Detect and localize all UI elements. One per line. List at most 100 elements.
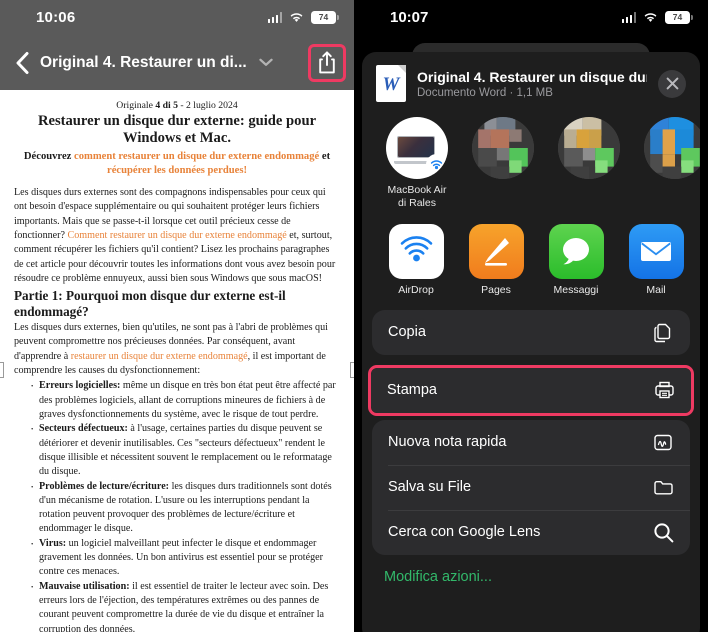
subtitle-lead: Découvrez bbox=[23, 151, 74, 163]
subtitle-link-2[interactable]: récupérer les données perdues! bbox=[107, 165, 247, 176]
list-item: Problèmes de lecture/écriture: les disqu… bbox=[30, 478, 340, 537]
cellular-bars-icon bbox=[621, 12, 636, 23]
contact-item[interactable] bbox=[468, 117, 538, 184]
contact-item-macbook[interactable]: MacBook Air di Rales bbox=[382, 117, 452, 210]
search-icon bbox=[652, 521, 674, 543]
pages-icon bbox=[468, 223, 524, 279]
copy-icon bbox=[652, 321, 674, 343]
back-chevron-icon[interactable] bbox=[8, 51, 36, 75]
shared-file-title: Original 4. Restaurer un disque dur... bbox=[417, 68, 647, 85]
contact-avatar-blurred bbox=[644, 117, 700, 179]
list-item: Secteurs défectueux: à l'usage, certaine… bbox=[30, 421, 340, 479]
word-document-icon: W bbox=[376, 65, 406, 102]
app-item-messages[interactable]: Messaggi bbox=[546, 223, 606, 296]
share-sheet-panel: W Original 4. Restaurer un disque dur...… bbox=[362, 52, 700, 632]
action-row-copia[interactable]: Copia bbox=[372, 310, 690, 355]
airdrop-badge-icon bbox=[426, 154, 447, 175]
contact-item[interactable] bbox=[640, 117, 700, 184]
contact-avatar-blurred bbox=[558, 117, 620, 179]
contact-avatar-blurred bbox=[472, 117, 534, 179]
status-icons: 74 bbox=[621, 11, 693, 24]
action-label: Nuova nota rapida bbox=[388, 434, 507, 451]
share-actions-group-top: Copia bbox=[372, 309, 690, 355]
app-item-mail[interactable]: Mail bbox=[626, 223, 686, 296]
app-name: Pages bbox=[481, 283, 511, 296]
document-page[interactable]: Originale 4 di 5 - 2 luglio 2024 Restaur… bbox=[0, 90, 354, 632]
shared-file-subtitle: Documento Word · 1,1 MB bbox=[417, 86, 553, 99]
document-subtitle: Découvrez comment restaurer un disque du… bbox=[14, 150, 340, 176]
action-label: Salva su File bbox=[388, 479, 472, 496]
list-item-term: Mauvaise utilisation: bbox=[39, 580, 130, 592]
meta-pagenum: 4 di 5 bbox=[155, 100, 178, 111]
wifi-icon bbox=[289, 12, 304, 23]
macbook-airdrop-icon bbox=[386, 117, 448, 179]
share-actions-group-bottom: Nuova nota rapida Salva su File Cerca co… bbox=[372, 419, 690, 555]
contact-name: MacBook Air di Rales bbox=[387, 184, 447, 209]
wifi-icon bbox=[643, 12, 658, 23]
quick-note-icon bbox=[652, 431, 674, 453]
list-item-text: un logiciel malveillant peut infecter le… bbox=[39, 537, 323, 578]
chevron-down-icon[interactable] bbox=[259, 58, 273, 67]
screenshot-root: 10:06 74 Original 4. Restaurer un di... bbox=[0, 0, 708, 632]
meta-prefix: Originale bbox=[116, 100, 156, 111]
edit-actions-button[interactable]: Modifica azioni... bbox=[362, 565, 700, 585]
share-button[interactable] bbox=[308, 43, 346, 82]
mail-icon bbox=[628, 223, 684, 279]
app-name: Messaggi bbox=[553, 283, 599, 296]
right-status-bar: 10:07 74 bbox=[354, 0, 708, 35]
status-icons: 74 bbox=[267, 11, 339, 24]
para2-link[interactable]: restaurer un disque dur externe endommag… bbox=[71, 351, 248, 362]
list-item-term: Erreurs logicielles: bbox=[39, 380, 121, 392]
app-item-pages[interactable]: Pages bbox=[466, 223, 526, 296]
list-item: Mauvaise utilisation: il est essentiel d… bbox=[30, 579, 340, 632]
causes-list: Erreurs logicielles: même un disque en t… bbox=[30, 378, 340, 632]
app-name: Mail bbox=[646, 283, 666, 296]
action-row-cerca-google-lens[interactable]: Cerca con Google Lens bbox=[372, 509, 690, 555]
status-time: 10:06 bbox=[36, 9, 76, 26]
contact-item[interactable] bbox=[554, 117, 624, 184]
right-pane-share-sheet: 10:07 74 W Original 4. Restaurer un disq… bbox=[354, 0, 708, 632]
battery-icon: 74 bbox=[665, 11, 693, 24]
action-row-stampa[interactable]: Stampa bbox=[371, 368, 691, 413]
meta-date: - 2 luglio 2024 bbox=[177, 100, 238, 111]
printer-icon bbox=[653, 379, 675, 401]
app-name: AirDrop bbox=[398, 283, 434, 296]
action-row-nuova-nota-rapida[interactable]: Nuova nota rapida bbox=[372, 420, 690, 465]
battery-icon: 74 bbox=[311, 11, 339, 24]
word-icon-letter: W bbox=[382, 74, 400, 95]
share-apps-row[interactable]: AirDrop Pages Messaggi Mail bbox=[362, 220, 700, 310]
share-actions-group-highlighted: Stampa bbox=[371, 367, 691, 413]
messages-icon bbox=[548, 223, 604, 279]
document-title: Restaurer un disque dur externe: guide p… bbox=[37, 113, 317, 147]
airdrop-icon bbox=[388, 223, 444, 279]
list-item-term: Virus: bbox=[39, 537, 67, 549]
intro-link[interactable]: Comment restaurer un disque dur externe … bbox=[68, 230, 287, 241]
shared-file-header: W Original 4. Restaurer un disque dur...… bbox=[362, 52, 700, 115]
left-status-bar: 10:06 74 bbox=[0, 0, 354, 35]
app-item-airdrop[interactable]: AirDrop bbox=[386, 223, 446, 296]
document-meta: Originale 4 di 5 - 2 luglio 2024 bbox=[14, 100, 340, 111]
action-label: Cerca con Google Lens bbox=[388, 524, 541, 541]
document-heading-part1: Partie 1: Pourquoi mon disque dur extern… bbox=[14, 288, 286, 320]
page-title: Original 4. Restaurer un di... bbox=[40, 53, 247, 71]
list-item-term: Secteurs défectueux: bbox=[39, 423, 128, 435]
action-label: Stampa bbox=[387, 382, 437, 399]
subtitle-mid: et bbox=[319, 151, 331, 163]
document-intro-paragraph: Les disques durs externes sont des compa… bbox=[14, 186, 340, 286]
close-button[interactable] bbox=[658, 69, 686, 98]
action-label: Copia bbox=[388, 324, 426, 341]
left-nav-bar: Original 4. Restaurer un di... bbox=[0, 35, 354, 90]
subtitle-link-1[interactable]: comment restaurer un disque dur externe … bbox=[74, 151, 319, 162]
cellular-bars-icon bbox=[267, 12, 282, 23]
shared-file-info: Original 4. Restaurer un disque dur... D… bbox=[417, 69, 647, 99]
list-item: Virus: un logiciel malveillant peut infe… bbox=[30, 536, 340, 580]
airdrop-contacts-row[interactable]: MacBook Air di Rales bbox=[362, 115, 700, 220]
document-paragraph-2: Les disques durs externes, bien qu'utile… bbox=[14, 321, 340, 378]
folder-icon bbox=[652, 476, 674, 498]
battery-level: 74 bbox=[672, 12, 683, 23]
close-icon bbox=[666, 77, 678, 90]
battery-level: 74 bbox=[318, 12, 329, 23]
share-icon bbox=[319, 50, 335, 73]
page-handle-left[interactable] bbox=[0, 362, 4, 378]
action-row-salva-su-file[interactable]: Salva su File bbox=[372, 464, 690, 510]
